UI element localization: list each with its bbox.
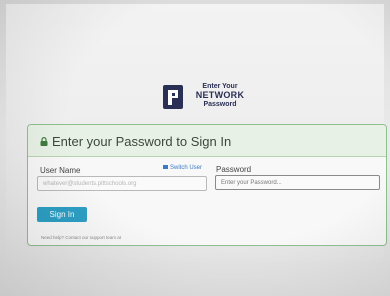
logo-text: Enter Your NETWORK Password — [187, 82, 253, 109]
lock-icon — [40, 137, 48, 146]
help-text: Need help? Contact our support team at — [41, 235, 122, 240]
network-logo: Enter Your NETWORK Password — [163, 82, 253, 114]
card-title: Enter your Password to Sign In — [52, 134, 232, 149]
username-label: User Name — [40, 166, 81, 175]
logo-line-3: Password — [203, 101, 237, 108]
sign-in-card: Enter your Password to Sign In User Name… — [27, 124, 387, 246]
username-field[interactable]: whatever@students.pittschools.org — [37, 176, 207, 191]
card-header: Enter your Password to Sign In — [28, 125, 386, 157]
switch-user-icon — [163, 165, 168, 170]
password-label: Password — [216, 165, 252, 174]
switch-user-link[interactable]: Switch User — [163, 165, 202, 171]
switch-user-label: Switch User — [170, 165, 203, 171]
sign-in-button[interactable]: Sign In — [37, 207, 87, 222]
p-logo-icon — [163, 85, 183, 109]
password-field[interactable]: Enter your Password... — [215, 175, 380, 190]
logo-line-2: NETWORK — [195, 90, 245, 100]
